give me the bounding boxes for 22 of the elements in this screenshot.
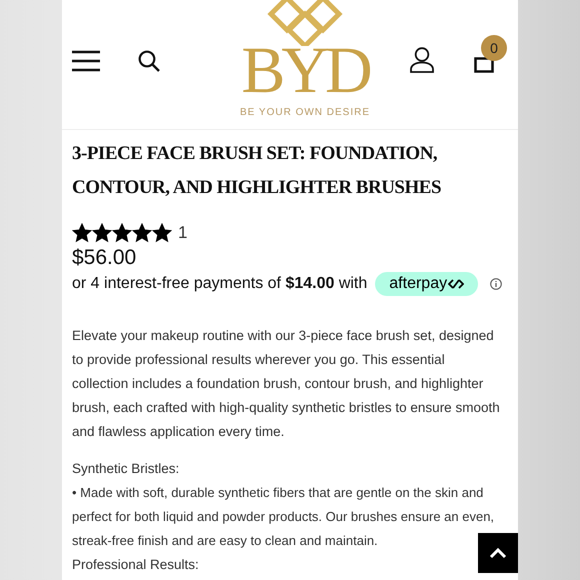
installment-text: or 4 interest-free payments of $14.00 with: [72, 274, 368, 294]
back-to-top-button[interactable]: [478, 533, 518, 573]
filled-star-icon: [72, 223, 92, 243]
search-icon[interactable]: [138, 50, 160, 72]
product-price: $56.00: [72, 245, 138, 271]
review-count[interactable]: 1: [178, 223, 188, 243]
afterpay-badge[interactable]: afterpay: [375, 272, 478, 296]
filled-star-icon: [152, 223, 172, 243]
filled-star-icon: [92, 223, 112, 243]
chevron-up-icon: [489, 547, 507, 559]
section-heading: Synthetic Bristles:: [72, 460, 180, 478]
description-paragraph: Elevate your makeup routine with our 3-piece face brush set, designed to provide professional results wherever you go. This essential collection includes a foundation brush, contour brush, and highlighter brush, each crafted with high-quality synthetic bristles to ensure smooth and flawless application every time.: [72, 327, 501, 441]
logo-tagline: BE YOUR OWN DESIRE: [240, 106, 370, 120]
cart-count-badge: 0: [481, 35, 507, 61]
product-title: 3-PIECE FACE BRUSH SET: FOUNDATION, CONTOUR, AND HIGHLIGHTER BRUSHES: [72, 142, 442, 200]
menu-icon[interactable]: [72, 50, 100, 72]
account-icon[interactable]: [410, 47, 434, 73]
filled-star-icon: [132, 223, 152, 243]
section-heading: Professional Results:: [72, 556, 200, 574]
filled-star-icon: [112, 223, 132, 243]
info-icon[interactable]: [490, 278, 502, 290]
bullet-text: • Made with soft, durable synthetic fibers that are gentle on the skin and perfect for both liquid and powder products. Our brushes ensure an even, streak-free finish and are easy to clean and maintain.: [72, 484, 496, 550]
